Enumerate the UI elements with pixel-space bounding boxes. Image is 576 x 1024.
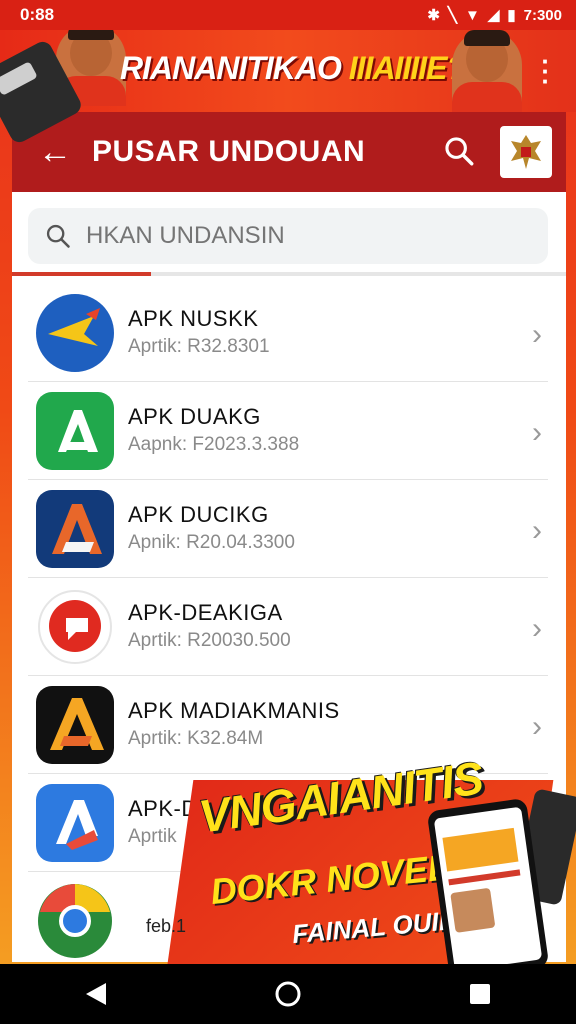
app-meta: Aprtik — [128, 826, 177, 847]
app-name: APK NUSKK — [128, 306, 259, 331]
banner-title-part1: RIANANITIKAO — [120, 50, 342, 86]
garuda-emblem-icon[interactable] — [500, 126, 552, 178]
mute-icon: ╲ — [447, 7, 457, 24]
signal-icon: ◢ — [487, 7, 500, 24]
navy-a-logo-icon — [36, 490, 114, 568]
bluetooth-icon: ✱ — [427, 7, 440, 24]
banner-title-part2: IIIAIIIIE? — [348, 50, 466, 86]
download-progress-bar — [12, 272, 566, 276]
search-icon — [46, 224, 70, 248]
app-meta: Aprtik: R20030.500 — [128, 630, 291, 651]
promo-small-text: feb.1 — [146, 916, 187, 936]
list-item[interactable]: APK DUAKG Aapnk: F2023.3.388 › — [28, 382, 548, 480]
banner-title: RIANANITIKAO IIIAIIIIE? — [120, 50, 466, 87]
top-ad-banner[interactable]: RIANANITIKAO IIIAIIIIE? · · · — [0, 30, 576, 112]
chevron-right-icon: › — [532, 710, 542, 743]
nav-recents-button[interactable] — [450, 974, 510, 1014]
list-item[interactable]: APK DUCIKG Apnik: R20.04.3300 › — [28, 480, 548, 578]
wifi-icon: ▼ — [464, 6, 480, 24]
list-item[interactable]: APK NUSKK Aprtik: R32.8301 › — [28, 284, 548, 382]
status-time-right: 7:300 — [523, 6, 562, 24]
search-input[interactable] — [86, 222, 526, 250]
chrome-like-logo-icon — [36, 882, 114, 960]
status-bar: 0:88 ✱ ╲ ▼ ◢ ▮ 7:300 — [0, 0, 576, 30]
chevron-right-icon: › — [532, 318, 542, 351]
chevron-right-icon: › — [532, 612, 542, 645]
battery-icon: ▮ — [507, 7, 516, 24]
home-circle-icon — [275, 981, 301, 1007]
app-name: APK DUCIKG — [128, 502, 269, 527]
system-navigation-bar — [0, 964, 576, 1024]
chevron-right-icon: › — [532, 514, 542, 547]
promo-ad-overlay[interactable]: feb.1 VNGAIANITIS DOKR NOVEL! FAINAL OUI… — [146, 740, 576, 981]
list-item[interactable]: APK-DEAKIGA Aprtik: R20030.500 › — [28, 578, 548, 676]
toolbar-search-icon[interactable] — [442, 134, 476, 168]
download-progress-fill — [12, 272, 151, 276]
recents-square-icon — [470, 984, 490, 1004]
nav-back-button[interactable] — [66, 974, 126, 1014]
back-arrow-icon[interactable]: ← — [38, 133, 74, 172]
blue-triangle-logo-icon — [36, 784, 114, 862]
app-name: APK DUAKG — [128, 404, 261, 429]
app-meta: Aapnk: F2023.3.388 — [128, 434, 300, 455]
more-options-icon[interactable]: · · · — [541, 48, 550, 94]
page-title: PUSAR UNDOUAN — [92, 135, 366, 168]
app-meta: Aprtik: R32.8301 — [128, 336, 270, 357]
status-time-left: 0:88 — [20, 5, 55, 24]
banner-person-right — [452, 30, 522, 112]
orange-a-logo-icon — [36, 686, 114, 764]
toolbar: ← PUSAR UNDOUAN — [12, 112, 566, 192]
nav-home-button[interactable] — [258, 974, 318, 1014]
back-triangle-icon — [86, 983, 106, 1005]
chevron-right-icon: › — [532, 416, 542, 449]
search-bar[interactable] — [28, 208, 548, 264]
app-name: APK MADIAKMANIS — [128, 698, 340, 723]
red-bubble-logo-icon — [36, 588, 114, 666]
app-meta: Apnik: R20.04.3300 — [128, 532, 295, 553]
green-a-logo-icon — [36, 392, 114, 470]
bird-logo-icon — [36, 294, 114, 372]
status-icons: ✱ ╲ ▼ ◢ ▮ 7:300 — [427, 6, 562, 25]
app-name: APK-DEAKIGA — [128, 600, 283, 625]
